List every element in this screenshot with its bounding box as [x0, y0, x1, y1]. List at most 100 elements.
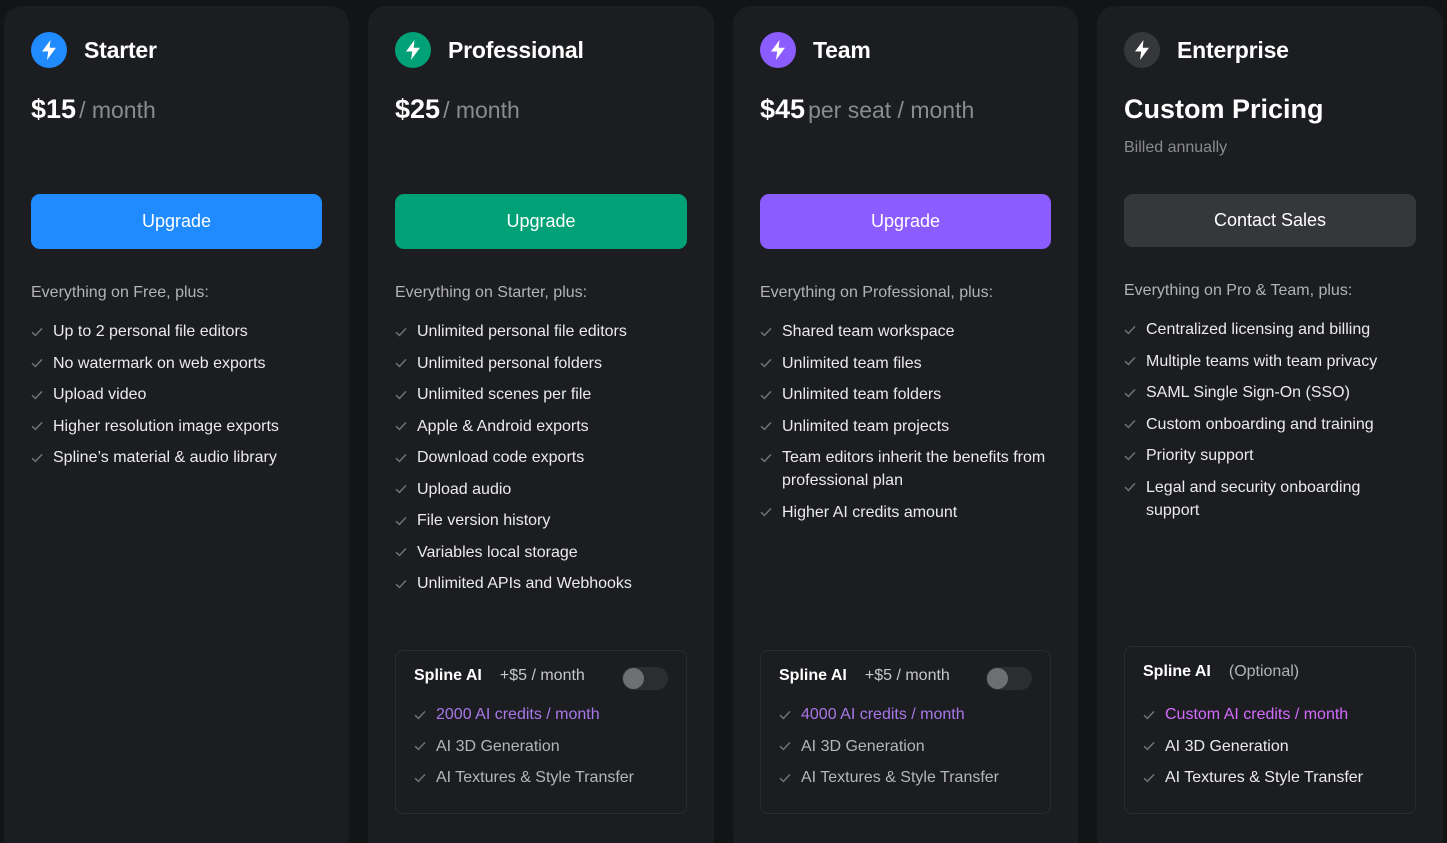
custom-price: Custom Pricing	[1124, 94, 1324, 124]
feature-item: Team editors inherit the benefits from p…	[760, 446, 1051, 492]
check-icon	[395, 541, 417, 564]
plan-header: Team	[760, 32, 871, 68]
upgrade-button[interactable]: Upgrade	[31, 194, 322, 249]
check-icon	[31, 320, 53, 343]
spline-ai-addon: Spline AI +$5 / month 4000 AI credits / …	[760, 650, 1051, 814]
plan-card-team: Team $45 per seat / month Upgrade Everyth…	[733, 6, 1078, 843]
check-icon	[395, 509, 417, 532]
feature-item: Variables local storage	[395, 541, 687, 564]
toggle-knob	[623, 668, 644, 689]
ai-addon-item: Custom AI credits / month	[1143, 703, 1405, 726]
features-intro: Everything on Pro & Team, plus:	[1124, 282, 1353, 299]
feature-item: Unlimited personal file editors	[395, 320, 687, 343]
feature-item: Priority support	[1124, 444, 1416, 467]
check-icon	[395, 383, 417, 406]
features-intro: Everything on Free, plus:	[31, 284, 209, 301]
feature-item: Download code exports	[395, 446, 687, 469]
feature-item: Upload audio	[395, 478, 687, 501]
price: $45 per seat / month	[760, 94, 974, 125]
ai-addon-header: Spline AI (Optional)	[1143, 663, 1299, 681]
check-icon	[1143, 766, 1165, 789]
check-icon	[414, 766, 436, 789]
feature-list: Unlimited personal file editors Unlimite…	[395, 320, 687, 604]
check-icon	[395, 352, 417, 375]
ai-addon-item: AI Textures & Style Transfer	[414, 766, 676, 789]
feature-item: Custom onboarding and training	[1124, 413, 1416, 436]
price-unit: per seat / month	[808, 97, 975, 123]
check-icon	[779, 735, 801, 758]
check-icon	[395, 320, 417, 343]
ai-addon-header: Spline AI +$5 / month	[779, 667, 950, 685]
feature-item: Unlimited scenes per file	[395, 383, 687, 406]
price: $15/ month	[31, 94, 156, 125]
plan-name: Starter	[84, 36, 157, 63]
ai-addon-list: 2000 AI credits / month AI 3D Generation…	[414, 703, 676, 798]
check-icon	[1124, 350, 1146, 373]
feature-item: Unlimited team files	[760, 352, 1051, 375]
ai-addon-item: AI 3D Generation	[1143, 735, 1405, 758]
feature-item: Unlimited team projects	[760, 415, 1051, 438]
feature-item: Apple & Android exports	[395, 415, 687, 438]
ai-addon-price: +$5 / month	[499, 667, 585, 684]
features-intro: Everything on Starter, plus:	[395, 284, 588, 301]
ai-addon-item: 4000 AI credits / month	[779, 703, 1040, 726]
plan-header: Professional	[395, 32, 584, 68]
check-icon	[760, 501, 782, 524]
upgrade-button[interactable]: Upgrade	[395, 194, 687, 249]
ai-addon-item: AI Textures & Style Transfer	[1143, 766, 1405, 789]
plan-card-enterprise: Enterprise Custom Pricing Billed annuall…	[1097, 6, 1443, 843]
check-icon	[395, 572, 417, 595]
ai-addon-list: 4000 AI credits / month AI 3D Generation…	[779, 703, 1040, 798]
plan-card-starter: Starter $15/ month Upgrade Everything on…	[4, 6, 349, 843]
feature-item: Spline’s material & audio library	[31, 446, 322, 469]
feature-item: File version history	[395, 509, 687, 532]
ai-addon-item: AI 3D Generation	[779, 735, 1040, 758]
check-icon	[1124, 413, 1146, 436]
check-icon	[1143, 735, 1165, 758]
plan-name: Professional	[448, 36, 584, 63]
feature-item: Upload video	[31, 383, 322, 406]
feature-item: Up to 2 personal file editors	[31, 320, 322, 343]
check-icon	[760, 320, 782, 343]
feature-list: Up to 2 personal file editors No waterma…	[31, 320, 322, 478]
ai-addon-title: Spline AI	[414, 667, 482, 684]
plan-name: Enterprise	[1177, 36, 1289, 63]
check-icon	[395, 446, 417, 469]
lightning-bolt-icon	[1124, 32, 1160, 68]
price: $25/ month	[395, 94, 520, 125]
check-icon	[1124, 476, 1146, 499]
contact-sales-button[interactable]: Contact Sales	[1124, 194, 1416, 247]
ai-addon-title: Spline AI	[779, 667, 847, 684]
ai-addon-toggle[interactable]	[986, 667, 1032, 690]
feature-item: Higher resolution image exports	[31, 415, 322, 438]
check-icon	[414, 703, 436, 726]
check-icon	[31, 446, 53, 469]
feature-item: Centralized licensing and billing	[1124, 318, 1416, 341]
ai-addon-list: Custom AI credits / month AI 3D Generati…	[1143, 703, 1405, 798]
plan-card-professional: Professional $25/ month Upgrade Everythi…	[368, 6, 714, 843]
check-icon	[1124, 444, 1146, 467]
feature-item: Unlimited team folders	[760, 383, 1051, 406]
check-icon	[760, 352, 782, 375]
plan-header: Enterprise	[1124, 32, 1289, 68]
ai-addon-price: +$5 / month	[864, 667, 950, 684]
ai-addon-item: AI 3D Generation	[414, 735, 676, 758]
check-icon	[31, 383, 53, 406]
check-icon	[414, 735, 436, 758]
upgrade-button[interactable]: Upgrade	[760, 194, 1051, 249]
ai-addon-toggle[interactable]	[622, 667, 668, 690]
ai-addon-title: Spline AI	[1143, 663, 1211, 680]
price-unit: / month	[443, 97, 520, 123]
price-unit: / month	[79, 97, 156, 123]
feature-item: Higher AI credits amount	[760, 501, 1051, 524]
feature-item: No watermark on web exports	[31, 352, 322, 375]
spline-ai-addon: Spline AI +$5 / month 2000 AI credits / …	[395, 650, 687, 814]
feature-item: Shared team workspace	[760, 320, 1051, 343]
check-icon	[1143, 703, 1165, 726]
lightning-bolt-icon	[760, 32, 796, 68]
toggle-knob	[987, 668, 1008, 689]
check-icon	[779, 703, 801, 726]
price-amount: $15	[31, 94, 77, 124]
ai-addon-header: Spline AI +$5 / month	[414, 667, 585, 685]
price-amount: $25	[395, 94, 441, 124]
